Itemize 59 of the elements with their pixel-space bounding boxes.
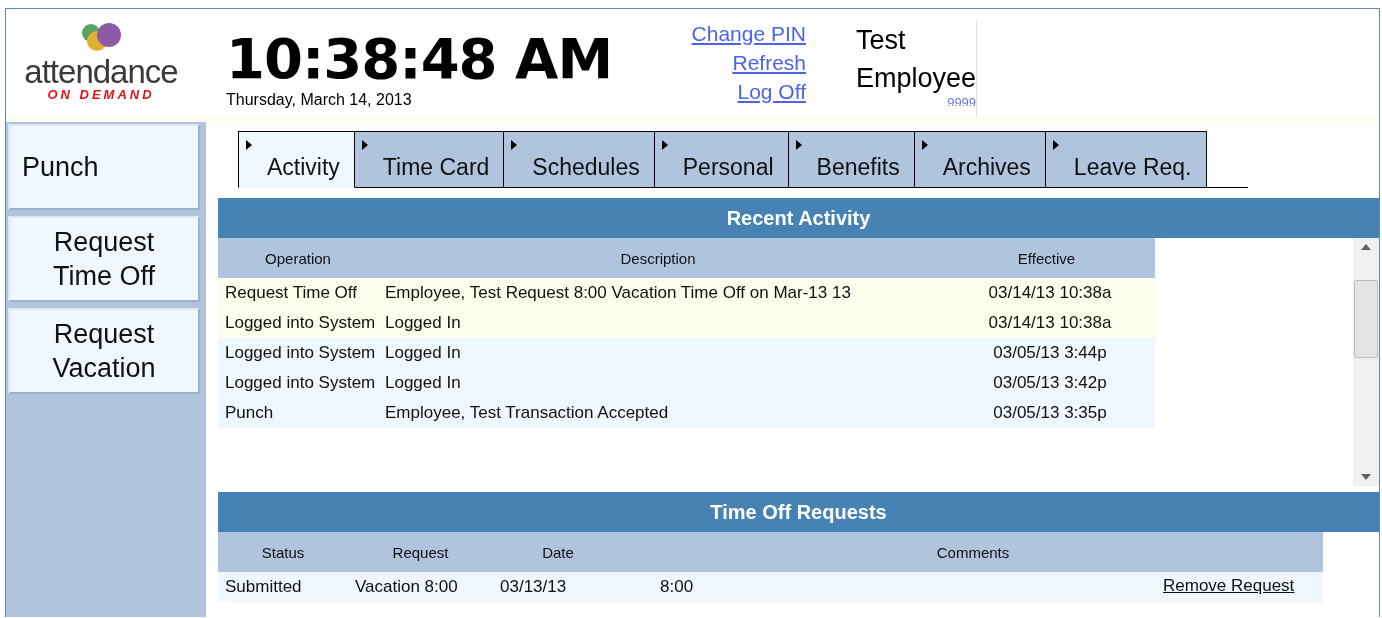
table-cell-text: Employee, Test Request 8:00 Vacation Time Off on Mar-13 13 xyxy=(384,282,852,304)
column-header: Comments xyxy=(935,543,1011,561)
section-header: Time Off Requests xyxy=(218,492,1379,532)
table-cell-text: 03/05/13 3:44p xyxy=(992,342,1108,364)
sidebar-button[interactable]: Punch xyxy=(8,124,200,210)
table-cell-text: Vacation 8:00 xyxy=(354,576,459,598)
header-link[interactable]: Refresh xyxy=(732,48,806,77)
tab[interactable]: Personal xyxy=(654,131,789,187)
tab[interactable]: Activity xyxy=(238,131,355,188)
column-header: Effective xyxy=(1016,249,1077,267)
triangle-icon xyxy=(661,140,668,150)
table-cell-text: Punch xyxy=(224,402,275,424)
triangle-icon xyxy=(511,140,518,150)
tab[interactable]: Time Card xyxy=(354,131,505,187)
table-cell-text: Logged In xyxy=(384,342,462,364)
triangle-icon xyxy=(921,140,928,150)
table-cell-text: Submitted xyxy=(224,576,303,598)
table-cell-text: Logged into System xyxy=(224,372,377,394)
triangle-icon xyxy=(246,140,252,150)
user-first-name: Test xyxy=(856,24,906,57)
table-cell-text: 03/13/13 xyxy=(499,576,568,598)
column-header: Operation xyxy=(264,249,332,267)
section-header: Recent Activity xyxy=(218,198,1379,238)
header-link[interactable]: Change PIN xyxy=(691,19,806,48)
triangle-icon xyxy=(1052,140,1059,150)
table-cell-text: Logged into System xyxy=(224,312,377,334)
table-cell-text: Request Time Off xyxy=(224,282,358,304)
remove-request-link[interactable]: Remove Request xyxy=(1163,576,1295,595)
logo-name: attendance xyxy=(24,55,178,88)
triangle-icon xyxy=(795,140,802,150)
user-last-name: Employee xyxy=(856,62,977,95)
table-cell-text: 03/14/13 10:38a xyxy=(987,282,1113,304)
clock-date: Thursday, March 14, 2013 xyxy=(226,91,413,109)
table-cell-text: Logged into System xyxy=(224,342,377,364)
table-cell-text: 03/05/13 3:35p xyxy=(992,402,1108,424)
tab[interactable]: Benefits xyxy=(788,131,915,187)
column-header: Description xyxy=(619,249,697,267)
column-header: Status xyxy=(260,543,306,561)
scroll-down-icon[interactable] xyxy=(1361,474,1371,480)
sidebar-button[interactable]: Request Time Off xyxy=(8,216,200,302)
sidebar-button[interactable]: Request Vacation xyxy=(8,308,200,394)
column-header: Date xyxy=(541,543,575,561)
tab[interactable]: Archives xyxy=(914,131,1046,187)
table-cell-text: 8:00 xyxy=(659,576,695,598)
table-cell-text: 03/14/13 10:38a xyxy=(987,312,1113,334)
tab[interactable]: Leave Req. xyxy=(1045,131,1207,187)
scroll-up-icon[interactable] xyxy=(1361,244,1371,250)
tab[interactable]: Schedules xyxy=(504,131,655,187)
triangle-icon xyxy=(361,140,368,150)
scrollbar[interactable] xyxy=(1353,238,1379,486)
scroll-thumb[interactable] xyxy=(1354,280,1378,358)
clock-time: 10:38:48 AM xyxy=(226,31,614,87)
logo-tagline: ON DEMAND xyxy=(47,88,155,103)
table-cell-text: Logged In xyxy=(384,372,462,394)
column-header: Request xyxy=(391,543,450,561)
header-link[interactable]: Log Off xyxy=(737,77,806,106)
table-cell-text: Employee, Test Transaction Accepted xyxy=(384,402,670,424)
table-cell-text: Logged In xyxy=(384,312,462,334)
table-cell-text: 03/05/13 3:42p xyxy=(992,372,1108,394)
